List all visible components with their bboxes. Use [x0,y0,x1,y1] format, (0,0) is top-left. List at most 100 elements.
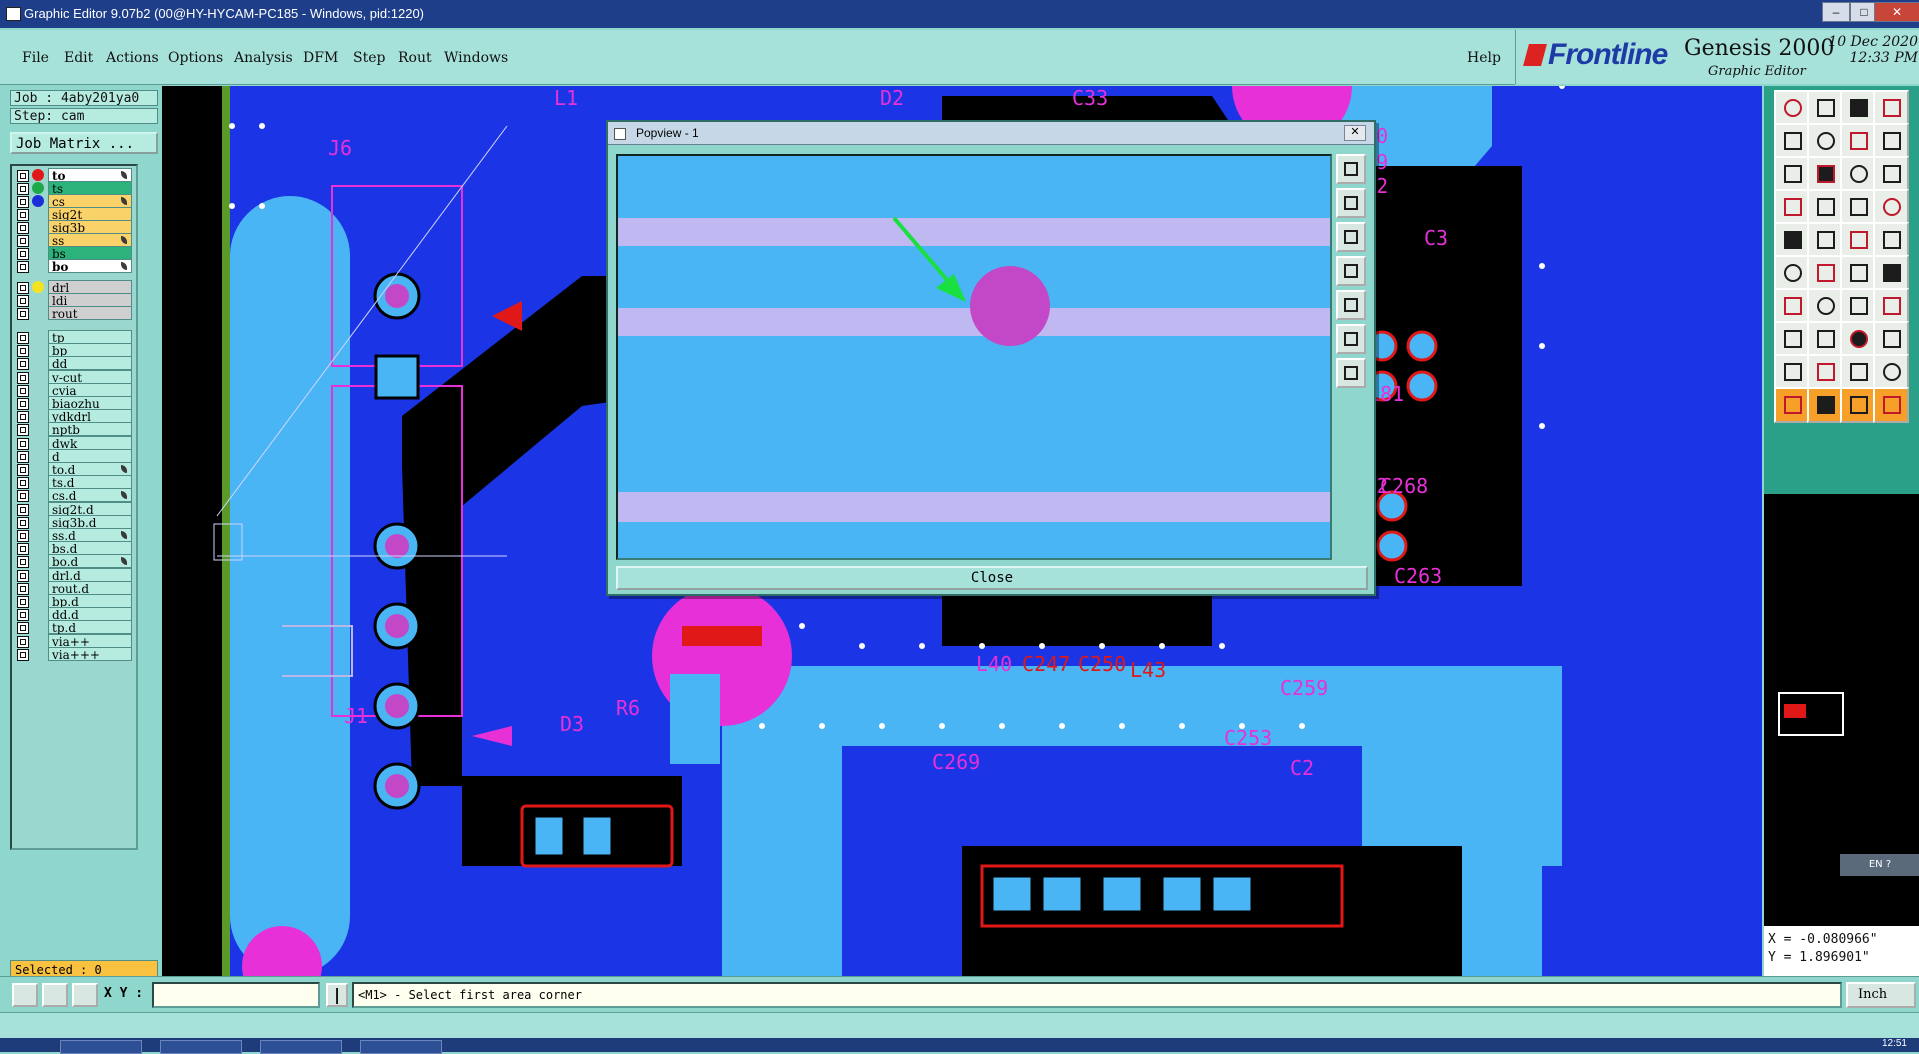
measure-icon[interactable] [1840,189,1876,225]
text-icon[interactable] [1873,255,1909,291]
layer-checkbox[interactable] [17,450,29,463]
menu-rout[interactable]: Rout [398,50,432,66]
layer-checkbox[interactable] [17,411,29,424]
layer-color-dot[interactable] [32,169,44,181]
layer-row-via-[interactable]: via+++ [12,646,136,662]
layer-checkbox[interactable] [17,477,29,490]
layer-checkbox[interactable] [17,622,29,635]
frame-icon[interactable] [1873,321,1909,357]
layer-name[interactable]: sig2t.d [48,501,132,517]
layer-name[interactable]: cvia [48,382,132,398]
move-icon[interactable] [1807,321,1843,357]
circle-icon[interactable] [1873,222,1909,258]
popview-close-icon[interactable]: ✕ [1344,125,1366,141]
popview-tool-left[interactable] [1336,256,1366,286]
layer-name[interactable]: d [48,448,132,464]
layer-name[interactable]: bs [48,246,132,261]
layer-checkbox[interactable] [17,358,29,371]
minimize-button[interactable]: – [1822,2,1850,22]
layer-checkbox[interactable] [17,490,29,503]
measure-icon[interactable] [42,983,68,1007]
layer-name[interactable]: sig2t [48,207,132,222]
zoom-fit-icon[interactable] [1873,90,1909,126]
line-icon[interactable] [1840,222,1876,258]
popview-tool-right[interactable] [1336,290,1366,320]
layer-name[interactable]: bo.d [48,554,132,569]
layer-checkbox[interactable] [17,609,29,622]
layer-name[interactable]: bp.d [48,594,132,609]
select-add-icon[interactable] [1807,387,1843,423]
layer-name[interactable]: ldi [48,293,132,308]
layer-checkbox[interactable] [17,503,29,516]
menu-edit[interactable]: Edit [64,50,93,66]
cross-icon[interactable] [1807,255,1843,291]
pan-icon[interactable] [1840,123,1876,159]
zoom-center-icon[interactable] [1807,156,1843,192]
menu-windows[interactable]: Windows [444,50,508,66]
layer-checkbox[interactable] [17,345,29,358]
copy-icon[interactable] [1774,321,1810,357]
edit-icon[interactable] [1807,222,1843,258]
layer-name[interactable]: ydkdrl [48,409,132,424]
job-matrix-button[interactable]: Job Matrix ... [10,132,158,154]
curve-icon[interactable] [1840,288,1876,324]
layer-checkbox[interactable] [17,464,29,476]
redo-icon[interactable] [1807,123,1843,159]
layer-name[interactable]: dwk [48,435,132,451]
menu-step[interactable]: Step [353,50,385,66]
warning-icon[interactable] [1873,354,1909,390]
popview-close-button[interactable]: Close [616,566,1368,590]
save-icon[interactable] [1807,90,1843,126]
layer-checkbox[interactable] [17,384,29,397]
layer-name[interactable]: nptb [48,422,132,437]
layer-row-bo[interactable]: bo [12,259,136,274]
layer-checkbox[interactable] [17,437,29,450]
home-icon[interactable] [1840,90,1876,126]
layer-name[interactable]: drl.d [48,567,132,583]
layer-color-dot[interactable] [32,182,44,194]
layer-name[interactable]: ss [48,233,132,248]
open-icon[interactable] [1774,90,1810,126]
menu-actions[interactable]: Actions [106,50,159,66]
xy-input[interactable] [152,982,320,1008]
select-sub-icon[interactable] [1840,387,1876,423]
layer-name[interactable]: tp [48,330,132,345]
layer-name[interactable]: ts.d [48,475,132,490]
layer-checkbox[interactable] [17,556,29,569]
stretch-icon[interactable] [1840,321,1876,357]
layer-checkbox[interactable] [17,424,29,437]
layer-name[interactable]: rout.d [48,580,132,596]
layer-name[interactable]: to [48,168,132,183]
popview-tool-fit[interactable] [1336,154,1366,184]
menu-options[interactable]: Options [168,50,223,66]
menu-analysis[interactable]: Analysis [234,50,293,66]
layer-checkbox[interactable] [17,635,29,648]
layer-checkbox[interactable] [17,308,29,320]
layer-row-rout[interactable]: rout [12,306,136,321]
layer-checkbox[interactable] [17,582,29,595]
units-button[interactable]: Inch [1846,982,1916,1008]
layer-name[interactable]: sig3b.d [48,514,132,530]
delta-icon[interactable] [1807,354,1843,390]
layer-name[interactable]: via++ [48,633,132,649]
layer-name[interactable]: bs.d [48,541,132,556]
layer-name[interactable]: cs [48,194,132,209]
node-icon[interactable] [1774,255,1810,291]
menu-file[interactable]: File [22,50,49,66]
grid-icon[interactable] [1873,189,1909,225]
pad-icon[interactable] [1774,222,1810,258]
layer-name[interactable]: tp.d [48,620,132,635]
close-window-button[interactable]: ✕ [1874,2,1919,22]
popview-tool-zoom-out[interactable] [1336,358,1366,388]
layer-name[interactable]: via+++ [48,646,132,662]
layer-name[interactable]: to.d [48,462,132,477]
layer-name[interactable]: biaozhu [48,396,132,411]
help-icon[interactable] [1873,123,1909,159]
flag-icon[interactable] [1873,288,1909,324]
zoom-help-icon[interactable] [1873,156,1909,192]
layer-color-dot[interactable] [32,281,44,293]
menu-help[interactable]: Help [1467,50,1501,66]
zoom-window-icon[interactable] [1774,156,1810,192]
layer-checkbox[interactable] [17,596,29,608]
snap-icon[interactable] [1807,189,1843,225]
